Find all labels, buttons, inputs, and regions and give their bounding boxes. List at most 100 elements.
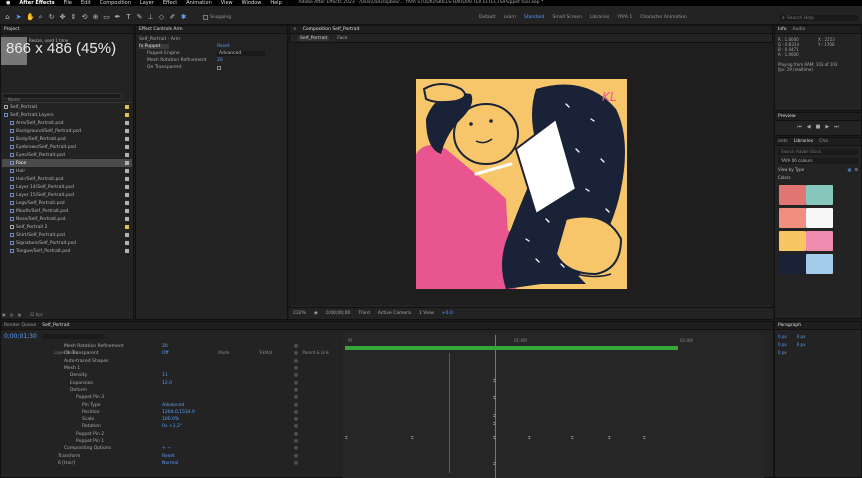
last-frame-icon[interactable]: ⏭: [834, 124, 839, 130]
property-value[interactable]: Off: [162, 351, 169, 356]
label-color-swatch[interactable]: [125, 153, 129, 157]
workspace-libraries[interactable]: Libraries: [590, 15, 609, 20]
on-transparent-checkbox[interactable]: [217, 65, 221, 70]
tab-info[interactable]: Info: [778, 27, 787, 32]
library-dropdown[interactable]: YAYA 06 colours: [778, 158, 858, 164]
exposure-value[interactable]: +0.0: [442, 311, 453, 316]
keyframe-icon[interactable]: ⌶: [493, 378, 495, 383]
project-item[interactable]: Tongue/Self_Portrait.psd: [2, 247, 132, 255]
layer-property-row[interactable]: Position 1204.0,1534.0 ◎: [0, 409, 342, 416]
label-color-swatch[interactable]: [125, 137, 129, 141]
workspace-default[interactable]: Default: [479, 15, 495, 20]
keyframe-icon[interactable]: ⌶: [493, 421, 495, 426]
play-icon[interactable]: ■: [816, 124, 821, 130]
tab-character[interactable]: Cha: [819, 139, 828, 144]
fx-mesh-rotation-row[interactable]: Mesh Rotation Refinement 20: [139, 57, 284, 64]
swatch-1[interactable]: [779, 185, 806, 205]
first-frame-icon[interactable]: ⏮: [797, 124, 802, 130]
keyframe-icon[interactable]: ⌶: [608, 435, 610, 440]
property-value[interactable]: 0x +1.2°: [162, 424, 182, 429]
crumb-self-portrait[interactable]: Self_Portrait: [298, 35, 330, 41]
grid-view-icon[interactable]: ▦: [848, 167, 852, 172]
pickwhip-icon[interactable]: ◎: [294, 461, 298, 466]
label-color-swatch[interactable]: [125, 121, 129, 125]
project-item[interactable]: Signature/Self_Portrait.psd: [2, 239, 132, 247]
swatch-3[interactable]: [779, 208, 806, 228]
view-by-dropdown[interactable]: View by Type: [778, 167, 804, 172]
property-value[interactable]: Advanced: [162, 403, 184, 408]
label-color-swatch[interactable]: [125, 169, 129, 173]
property-value[interactable]: 1204.0,1534.0: [162, 410, 195, 415]
label-color-swatch[interactable]: [125, 161, 129, 165]
pickwhip-icon[interactable]: ◎: [294, 388, 298, 393]
space-after-value[interactable]: 0 px: [797, 341, 806, 349]
workspace-standard[interactable]: Standard: [524, 15, 544, 20]
layer-property-row[interactable]: Puppet Pin 3 ◎: [0, 394, 342, 401]
project-item[interactable]: Layer 15/Self_Portrait.psd: [2, 191, 132, 199]
pickwhip-icon[interactable]: ◎: [294, 417, 298, 422]
rotate-tool-icon[interactable]: ⟲: [81, 14, 88, 21]
comp-close-icon[interactable]: ×: [293, 27, 297, 32]
label-color-swatch[interactable]: [125, 241, 129, 245]
keyframe-icon[interactable]: ⌶: [493, 435, 495, 440]
layer-property-row[interactable]: Transform Reset ◎: [0, 452, 342, 459]
pickwhip-icon[interactable]: ◎: [294, 410, 298, 415]
layer-property-row[interactable]: Compositing Options + − ◎: [0, 445, 342, 452]
layer-property-row[interactable]: Puppet Pin 1 ◎: [0, 438, 342, 445]
project-item[interactable]: Shirt/Self_Portrait.psd: [2, 231, 132, 239]
property-value[interactable]: Reset: [162, 454, 175, 459]
label-color-swatch[interactable]: [125, 249, 129, 253]
pickwhip-icon[interactable]: ◎: [294, 439, 298, 444]
rectangle-tool-icon[interactable]: ▭: [103, 14, 110, 21]
swatch-7[interactable]: [779, 254, 806, 274]
tab-segments[interactable]: ents: [778, 139, 788, 144]
layer-property-row[interactable]: Expansion 12.0 ◎: [0, 379, 342, 386]
pickwhip-icon[interactable]: ◎: [294, 381, 298, 386]
label-color-swatch[interactable]: [125, 201, 129, 205]
pickwhip-icon[interactable]: ◎: [294, 373, 298, 378]
label-color-swatch[interactable]: [125, 129, 129, 133]
pickwhip-icon[interactable]: ◎: [294, 424, 298, 429]
tab-preview[interactable]: Preview: [778, 114, 796, 119]
first-line-indent-value[interactable]: 0 px: [778, 349, 858, 357]
pickwhip-icon[interactable]: ◎: [294, 344, 298, 349]
folder-icon[interactable]: ▤: [10, 312, 14, 317]
clone-stamp-tool-icon[interactable]: ⊥: [147, 14, 154, 21]
project-item[interactable]: Background/Self_Portrait.psd: [2, 127, 132, 135]
hand-tool-icon[interactable]: ✋: [26, 14, 35, 21]
property-value[interactable]: 100.0%: [162, 417, 179, 422]
comp-timecode[interactable]: 0;00;00;00: [326, 311, 351, 316]
colors-section-title[interactable]: Colors: [778, 175, 858, 180]
workspace-yaya1[interactable]: YAYA 1: [617, 15, 632, 20]
tab-audio[interactable]: Audio: [793, 27, 806, 32]
label-color-swatch[interactable]: [125, 145, 129, 149]
resolution-dropdown[interactable]: Third: [358, 311, 369, 316]
tab-composition[interactable]: Composition Self_Portrait: [303, 27, 360, 32]
fx-puppet-row[interactable]: fx Puppet Reset: [139, 43, 284, 50]
property-value[interactable]: + −: [162, 446, 171, 451]
pan-behind-tool-icon[interactable]: ⊕: [92, 14, 99, 21]
swatch-4[interactable]: [806, 208, 833, 228]
label-color-swatch[interactable]: [125, 113, 129, 117]
pickwhip-icon[interactable]: ◎: [294, 366, 298, 371]
label-color-swatch[interactable]: [125, 105, 129, 109]
search-help-field[interactable]: ⌕ Search Help: [780, 15, 858, 21]
label-color-swatch[interactable]: [125, 225, 129, 229]
label-color-swatch[interactable]: [125, 177, 129, 181]
pickwhip-icon[interactable]: ◎: [294, 432, 298, 437]
pickwhip-icon[interactable]: ◎: [294, 359, 298, 364]
keyframe-icon[interactable]: ⌶: [643, 435, 645, 440]
magnification-dropdown[interactable]: 232%: [293, 311, 306, 316]
pen-tool-icon[interactable]: ✒: [114, 14, 121, 21]
list-view-icon[interactable]: ☰: [854, 167, 858, 172]
home-icon[interactable]: ⌂: [4, 14, 11, 21]
project-item[interactable]: Mouth/Self_Portrait.psd: [2, 207, 132, 215]
project-item[interactable]: Legs/Self_Portrait.psd: [2, 199, 132, 207]
space-before-value[interactable]: 0 px: [778, 341, 787, 349]
keyframe-icon[interactable]: ⌶: [571, 435, 573, 440]
selection-tool-icon[interactable]: ➤: [15, 14, 22, 21]
workspace-character-animation[interactable]: Character Animation: [640, 15, 687, 20]
tab-render-queue[interactable]: Render Queue: [4, 323, 36, 328]
snapping-checkbox[interactable]: [203, 15, 208, 20]
tab-paragraph[interactable]: Paragraph: [778, 323, 801, 328]
